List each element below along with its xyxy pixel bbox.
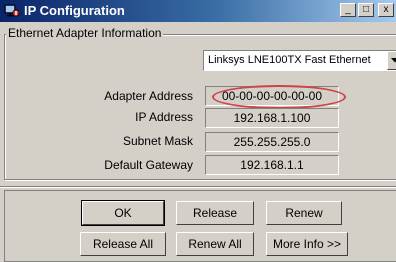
minimize-button[interactable]: _ — [340, 3, 356, 17]
default-gateway-label: Default Gateway — [104, 158, 193, 172]
subnet-mask-label: Subnet Mask — [122, 134, 193, 148]
ip-address-value: 192.168.1.100 — [205, 108, 339, 128]
release-all-button[interactable]: Release All — [80, 232, 166, 256]
default-gateway-value: 192.168.1.1 — [205, 155, 339, 175]
ok-button[interactable]: OK — [81, 200, 165, 226]
highlight-oval — [212, 85, 346, 109]
separator — [0, 186, 396, 188]
release-button[interactable]: Release — [176, 201, 254, 225]
network-config-icon — [4, 4, 20, 17]
renew-all-button[interactable]: Renew All — [176, 232, 254, 256]
adapter-select[interactable]: Linksys LNE100TX Fast Ethernet — [203, 50, 396, 71]
ip-configuration-window: IP Configuration _ □ x Ethernet Adapter … — [0, 0, 396, 262]
adapter-info-group-label: Ethernet Adapter Information — [6, 26, 164, 40]
title-bar[interactable]: IP Configuration _ □ x — [0, 0, 396, 22]
dropdown-button[interactable] — [387, 51, 396, 70]
chevron-down-icon — [391, 58, 396, 63]
window-title: IP Configuration — [24, 3, 125, 18]
close-button[interactable]: x — [378, 3, 394, 17]
subnet-mask-value: 255.255.255.0 — [205, 132, 339, 152]
adapter-select-value: Linksys LNE100TX Fast Ethernet — [208, 54, 371, 66]
more-info-button[interactable]: More Info >> — [266, 232, 348, 256]
renew-button[interactable]: Renew — [266, 201, 342, 225]
maximize-button[interactable]: □ — [358, 3, 374, 17]
ip-address-label: IP Address — [135, 110, 193, 124]
adapter-address-label: Adapter Address — [104, 89, 193, 103]
